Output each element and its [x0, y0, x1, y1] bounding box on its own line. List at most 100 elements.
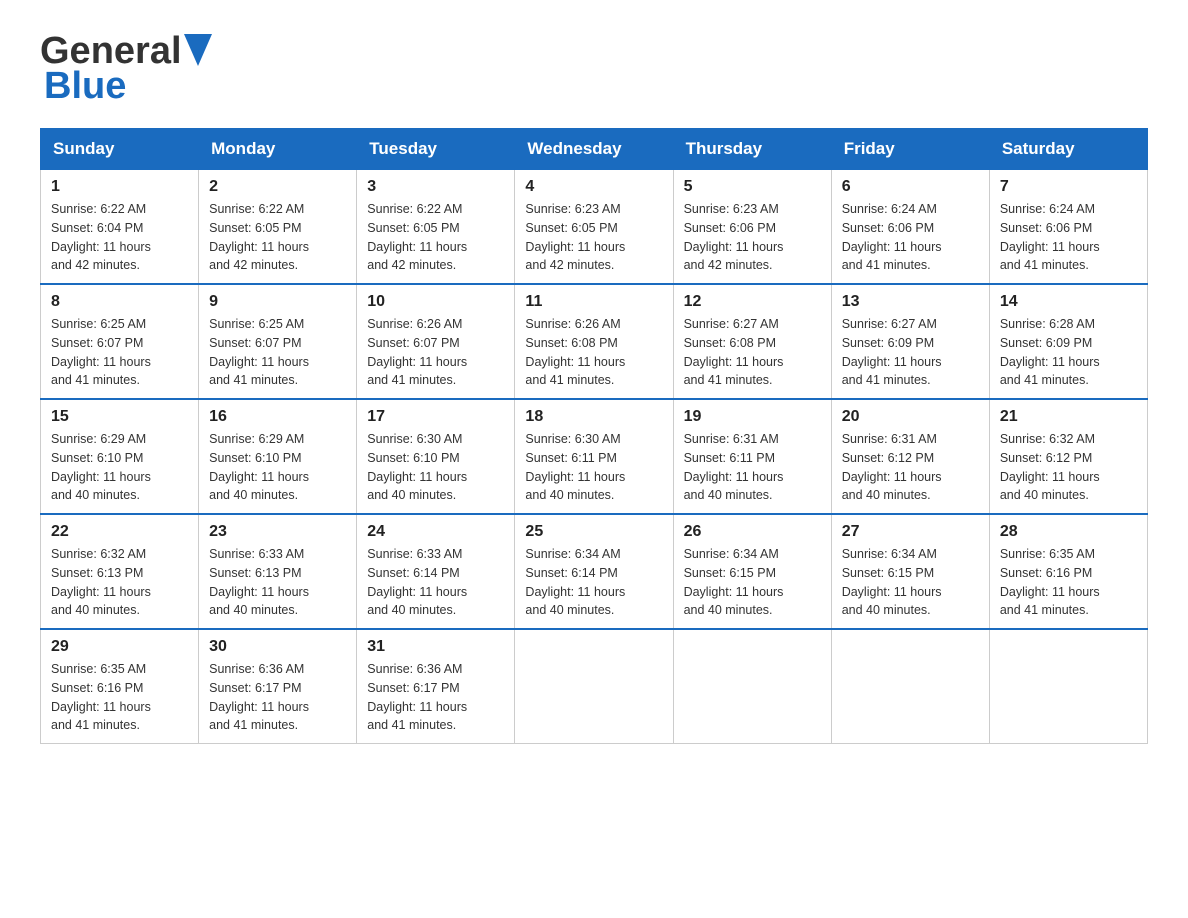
- day-info: Sunrise: 6:31 AMSunset: 6:12 PMDaylight:…: [842, 430, 979, 505]
- calendar-week-row: 1 Sunrise: 6:22 AMSunset: 6:04 PMDayligh…: [41, 170, 1148, 285]
- logo-arrow-icon: [184, 34, 212, 66]
- day-number: 7: [1000, 178, 1137, 196]
- calendar-cell: 5 Sunrise: 6:23 AMSunset: 6:06 PMDayligh…: [673, 170, 831, 285]
- day-info: Sunrise: 6:35 AMSunset: 6:16 PMDaylight:…: [1000, 545, 1137, 620]
- day-info: Sunrise: 6:26 AMSunset: 6:07 PMDaylight:…: [367, 315, 504, 390]
- calendar-cell: 3 Sunrise: 6:22 AMSunset: 6:05 PMDayligh…: [357, 170, 515, 285]
- calendar-cell: 4 Sunrise: 6:23 AMSunset: 6:05 PMDayligh…: [515, 170, 673, 285]
- day-info: Sunrise: 6:29 AMSunset: 6:10 PMDaylight:…: [51, 430, 188, 505]
- calendar-cell: 8 Sunrise: 6:25 AMSunset: 6:07 PMDayligh…: [41, 284, 199, 399]
- day-number: 5: [684, 178, 821, 196]
- calendar-cell: [989, 629, 1147, 744]
- calendar-cell: 14 Sunrise: 6:28 AMSunset: 6:09 PMDaylig…: [989, 284, 1147, 399]
- day-number: 30: [209, 638, 346, 656]
- day-number: 20: [842, 408, 979, 426]
- day-info: Sunrise: 6:26 AMSunset: 6:08 PMDaylight:…: [525, 315, 662, 390]
- day-number: 19: [684, 408, 821, 426]
- calendar-week-row: 29 Sunrise: 6:35 AMSunset: 6:16 PMDaylig…: [41, 629, 1148, 744]
- calendar-week-row: 8 Sunrise: 6:25 AMSunset: 6:07 PMDayligh…: [41, 284, 1148, 399]
- day-info: Sunrise: 6:30 AMSunset: 6:10 PMDaylight:…: [367, 430, 504, 505]
- weekday-header-row: SundayMondayTuesdayWednesdayThursdayFrid…: [41, 129, 1148, 170]
- calendar-cell: 13 Sunrise: 6:27 AMSunset: 6:09 PMDaylig…: [831, 284, 989, 399]
- calendar-cell: 28 Sunrise: 6:35 AMSunset: 6:16 PMDaylig…: [989, 514, 1147, 629]
- weekday-header-wednesday: Wednesday: [515, 129, 673, 170]
- day-number: 21: [1000, 408, 1137, 426]
- day-info: Sunrise: 6:36 AMSunset: 6:17 PMDaylight:…: [367, 660, 504, 735]
- calendar-cell: 20 Sunrise: 6:31 AMSunset: 6:12 PMDaylig…: [831, 399, 989, 514]
- day-number: 25: [525, 523, 662, 541]
- day-number: 26: [684, 523, 821, 541]
- calendar-cell: 26 Sunrise: 6:34 AMSunset: 6:15 PMDaylig…: [673, 514, 831, 629]
- day-info: Sunrise: 6:29 AMSunset: 6:10 PMDaylight:…: [209, 430, 346, 505]
- day-info: Sunrise: 6:22 AMSunset: 6:05 PMDaylight:…: [209, 200, 346, 275]
- day-number: 8: [51, 293, 188, 311]
- day-info: Sunrise: 6:34 AMSunset: 6:15 PMDaylight:…: [842, 545, 979, 620]
- day-info: Sunrise: 6:22 AMSunset: 6:04 PMDaylight:…: [51, 200, 188, 275]
- calendar-cell: 19 Sunrise: 6:31 AMSunset: 6:11 PMDaylig…: [673, 399, 831, 514]
- day-number: 1: [51, 178, 188, 196]
- day-number: 24: [367, 523, 504, 541]
- day-info: Sunrise: 6:34 AMSunset: 6:14 PMDaylight:…: [525, 545, 662, 620]
- calendar-cell: 2 Sunrise: 6:22 AMSunset: 6:05 PMDayligh…: [199, 170, 357, 285]
- day-number: 14: [1000, 293, 1137, 311]
- day-info: Sunrise: 6:23 AMSunset: 6:05 PMDaylight:…: [525, 200, 662, 275]
- calendar-cell: 16 Sunrise: 6:29 AMSunset: 6:10 PMDaylig…: [199, 399, 357, 514]
- calendar-cell: 11 Sunrise: 6:26 AMSunset: 6:08 PMDaylig…: [515, 284, 673, 399]
- day-info: Sunrise: 6:25 AMSunset: 6:07 PMDaylight:…: [209, 315, 346, 390]
- calendar-cell: 6 Sunrise: 6:24 AMSunset: 6:06 PMDayligh…: [831, 170, 989, 285]
- day-info: Sunrise: 6:32 AMSunset: 6:12 PMDaylight:…: [1000, 430, 1137, 505]
- calendar-cell: 31 Sunrise: 6:36 AMSunset: 6:17 PMDaylig…: [357, 629, 515, 744]
- calendar-cell: 23 Sunrise: 6:33 AMSunset: 6:13 PMDaylig…: [199, 514, 357, 629]
- calendar-cell: 24 Sunrise: 6:33 AMSunset: 6:14 PMDaylig…: [357, 514, 515, 629]
- day-number: 3: [367, 178, 504, 196]
- weekday-header-sunday: Sunday: [41, 129, 199, 170]
- page-header: General Blue: [40, 30, 1148, 108]
- day-info: Sunrise: 6:36 AMSunset: 6:17 PMDaylight:…: [209, 660, 346, 735]
- day-number: 15: [51, 408, 188, 426]
- day-number: 17: [367, 408, 504, 426]
- day-number: 28: [1000, 523, 1137, 541]
- day-info: Sunrise: 6:22 AMSunset: 6:05 PMDaylight:…: [367, 200, 504, 275]
- day-number: 9: [209, 293, 346, 311]
- calendar-cell: 12 Sunrise: 6:27 AMSunset: 6:08 PMDaylig…: [673, 284, 831, 399]
- day-number: 4: [525, 178, 662, 196]
- day-number: 27: [842, 523, 979, 541]
- calendar-cell: 15 Sunrise: 6:29 AMSunset: 6:10 PMDaylig…: [41, 399, 199, 514]
- calendar-cell: 10 Sunrise: 6:26 AMSunset: 6:07 PMDaylig…: [357, 284, 515, 399]
- calendar-cell: 7 Sunrise: 6:24 AMSunset: 6:06 PMDayligh…: [989, 170, 1147, 285]
- day-number: 11: [525, 293, 662, 311]
- calendar-cell: 1 Sunrise: 6:22 AMSunset: 6:04 PMDayligh…: [41, 170, 199, 285]
- day-info: Sunrise: 6:24 AMSunset: 6:06 PMDaylight:…: [842, 200, 979, 275]
- day-info: Sunrise: 6:35 AMSunset: 6:16 PMDaylight:…: [51, 660, 188, 735]
- day-number: 12: [684, 293, 821, 311]
- logo-blue: Blue: [44, 65, 126, 108]
- calendar-table: SundayMondayTuesdayWednesdayThursdayFrid…: [40, 128, 1148, 744]
- calendar-cell: 9 Sunrise: 6:25 AMSunset: 6:07 PMDayligh…: [199, 284, 357, 399]
- day-info: Sunrise: 6:24 AMSunset: 6:06 PMDaylight:…: [1000, 200, 1137, 275]
- day-number: 16: [209, 408, 346, 426]
- weekday-header-saturday: Saturday: [989, 129, 1147, 170]
- calendar-cell: 25 Sunrise: 6:34 AMSunset: 6:14 PMDaylig…: [515, 514, 673, 629]
- calendar-cell: 30 Sunrise: 6:36 AMSunset: 6:17 PMDaylig…: [199, 629, 357, 744]
- calendar-cell: [673, 629, 831, 744]
- calendar-week-row: 22 Sunrise: 6:32 AMSunset: 6:13 PMDaylig…: [41, 514, 1148, 629]
- day-info: Sunrise: 6:33 AMSunset: 6:13 PMDaylight:…: [209, 545, 346, 620]
- day-info: Sunrise: 6:30 AMSunset: 6:11 PMDaylight:…: [525, 430, 662, 505]
- day-info: Sunrise: 6:32 AMSunset: 6:13 PMDaylight:…: [51, 545, 188, 620]
- day-number: 18: [525, 408, 662, 426]
- weekday-header-tuesday: Tuesday: [357, 129, 515, 170]
- day-number: 6: [842, 178, 979, 196]
- day-number: 13: [842, 293, 979, 311]
- day-number: 10: [367, 293, 504, 311]
- day-number: 22: [51, 523, 188, 541]
- day-info: Sunrise: 6:27 AMSunset: 6:08 PMDaylight:…: [684, 315, 821, 390]
- calendar-cell: 27 Sunrise: 6:34 AMSunset: 6:15 PMDaylig…: [831, 514, 989, 629]
- day-number: 2: [209, 178, 346, 196]
- weekday-header-friday: Friday: [831, 129, 989, 170]
- day-info: Sunrise: 6:28 AMSunset: 6:09 PMDaylight:…: [1000, 315, 1137, 390]
- calendar-cell: 29 Sunrise: 6:35 AMSunset: 6:16 PMDaylig…: [41, 629, 199, 744]
- calendar-week-row: 15 Sunrise: 6:29 AMSunset: 6:10 PMDaylig…: [41, 399, 1148, 514]
- day-number: 23: [209, 523, 346, 541]
- day-info: Sunrise: 6:34 AMSunset: 6:15 PMDaylight:…: [684, 545, 821, 620]
- calendar-cell: 22 Sunrise: 6:32 AMSunset: 6:13 PMDaylig…: [41, 514, 199, 629]
